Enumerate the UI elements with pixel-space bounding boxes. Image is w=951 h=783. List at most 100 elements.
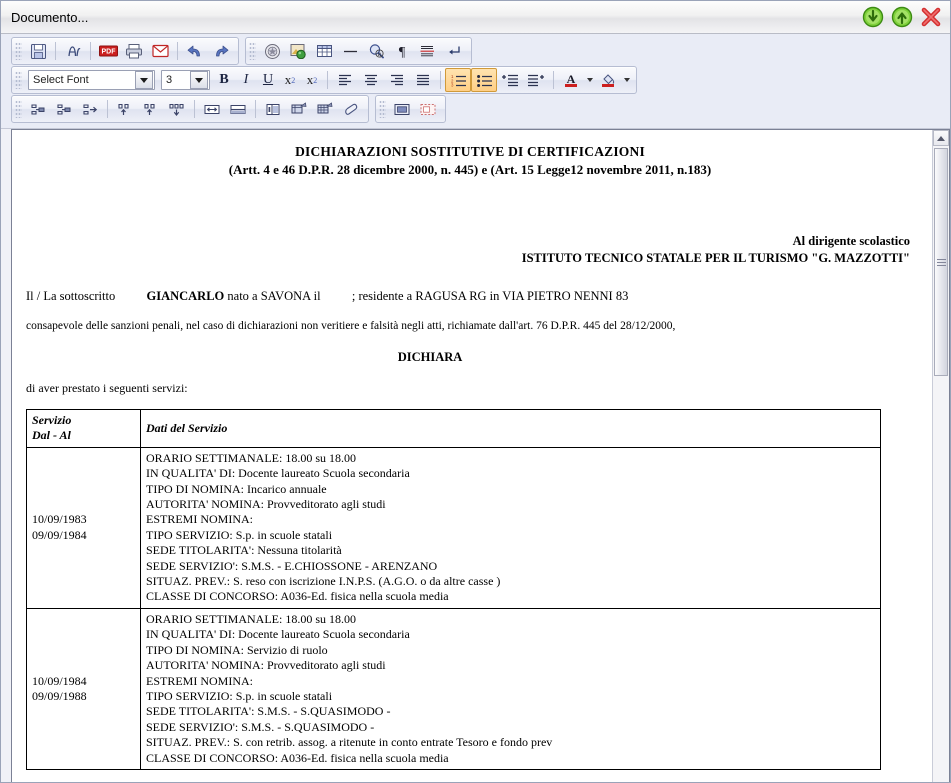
ordered-list-icon[interactable]: 123 [445, 68, 471, 92]
detail-line: SITUAZ. PREV.: S. reso con iscrizione I.… [146, 574, 501, 589]
subscriber-name: GIANCARLO [146, 289, 225, 303]
toolbar-grip[interactable] [15, 42, 22, 60]
toolbar-grip[interactable] [379, 100, 386, 118]
svg-text:A: A [567, 72, 576, 86]
chevron-down-icon[interactable] [190, 71, 208, 89]
table-cell-details: ORARIO SETTIMANALE: 18.00 su 18.00 IN QU… [140, 446, 881, 609]
font-size-select[interactable]: 3 [161, 70, 210, 90]
align-left-icon[interactable] [332, 68, 358, 92]
chevron-down-icon[interactable] [621, 69, 632, 91]
upload-icon[interactable] [891, 6, 913, 28]
erase-formatting-icon[interactable] [338, 97, 364, 121]
declares-heading: DICHIARA [397, 350, 463, 364]
subscriber-born: nato a SAVONA il [227, 289, 321, 303]
underline-button[interactable]: U [257, 69, 279, 91]
table-header-period-line2: Dal - Al [32, 428, 71, 443]
subscriber-line: Il / La sottoscritto GIANCARLO nato a SA… [26, 289, 914, 304]
emblem-icon[interactable] [259, 39, 285, 63]
cell-properties-icon[interactable] [260, 97, 286, 121]
toolbar-group-format: Select Font 3 B I U x2 x2 1 2 3 A [11, 66, 637, 94]
document-frame: DICHIARAZIONI SOSTITUTIVE DI CERTIFICAZI… [11, 129, 950, 782]
search-zoom-icon[interactable]: R [363, 39, 389, 63]
table-properties-icon[interactable] [286, 97, 312, 121]
detail-line: ESTREMI NOMINA: [146, 512, 253, 527]
title-bar: Documento... [1, 1, 950, 34]
print-icon[interactable] [121, 39, 147, 63]
insert-row-above-icon[interactable] [25, 97, 51, 121]
addressee-line-2: ISTITUTO TECNICO STATALE PER IL TURISMO … [521, 251, 910, 265]
scrollbar-track[interactable] [933, 146, 949, 782]
mail-icon[interactable] [147, 39, 173, 63]
detail-line: TIPO DI NOMINA: Servizio di ruolo [146, 642, 328, 657]
highlight-color-icon[interactable] [595, 68, 621, 92]
decrease-indent-icon[interactable] [497, 68, 523, 92]
show-borders-icon[interactable] [389, 97, 415, 121]
increase-indent-icon[interactable] [523, 68, 549, 92]
vertical-scrollbar[interactable] [932, 130, 949, 782]
horizontal-rule-icon[interactable] [337, 39, 363, 63]
page-break-icon[interactable] [415, 39, 441, 63]
split-cells-icon[interactable] [225, 97, 251, 121]
insert-column-right-icon[interactable] [138, 97, 164, 121]
subscriber-prefix: Il / La sottoscritto [26, 289, 116, 303]
align-justify-icon[interactable] [410, 68, 436, 92]
unordered-list-icon[interactable] [471, 68, 497, 92]
scrollbar-thumb[interactable] [934, 148, 948, 376]
insert-row-below-icon[interactable] [51, 97, 77, 121]
close-icon[interactable] [920, 6, 942, 28]
detail-line: CLASSE DI CONCORSO: A036-Ed. fisica nell… [146, 589, 449, 604]
chevron-down-icon[interactable] [135, 71, 153, 89]
paragraph-mark-icon[interactable]: ¶ [389, 39, 415, 63]
font-select-value: Select Font [33, 74, 89, 86]
pdf-icon[interactable]: PDF [95, 39, 121, 63]
detail-line: ESTREMI NOMINA: [146, 673, 253, 688]
svg-text:3: 3 [451, 83, 454, 87]
toolbar-grip[interactable] [15, 71, 22, 89]
bold-button[interactable]: B [213, 69, 235, 91]
redo-icon[interactable] [208, 39, 234, 63]
superscript-exponent: 2 [291, 75, 296, 85]
document-editor-window: Documento... PDF R ¶ Select Font 3 B I U… [0, 0, 951, 783]
detail-line: AUTORITA' NOMINA: Provveditorato agli st… [146, 658, 386, 673]
divider [553, 71, 554, 89]
toolbar-row-2: Select Font 3 B I U x2 x2 1 2 3 A [11, 66, 950, 94]
save-icon[interactable] [25, 39, 51, 63]
detail-line: SEDE TITOLARITA': Nessuna titolarità [146, 543, 342, 558]
svg-text:PDF: PDF [101, 49, 116, 56]
undo-icon[interactable] [182, 39, 208, 63]
insert-image-icon[interactable] [285, 39, 311, 63]
divider [90, 42, 91, 60]
hide-borders-icon[interactable] [415, 97, 441, 121]
delete-column-icon[interactable] [164, 97, 190, 121]
align-center-icon[interactable] [358, 68, 384, 92]
insert-table-icon[interactable] [311, 39, 337, 63]
scroll-up-icon[interactable] [933, 130, 949, 146]
date-from: 10/09/1984 [32, 673, 87, 688]
align-right-icon[interactable] [384, 68, 410, 92]
chevron-down-icon[interactable] [584, 69, 595, 91]
table-style-icon[interactable] [312, 97, 338, 121]
table-row: 10/09/1983 09/09/1984 ORARIO SETTIMANALE… [26, 446, 881, 609]
subscript-button[interactable]: x2 [301, 69, 323, 91]
download-icon[interactable] [862, 6, 884, 28]
svg-text:¶: ¶ [399, 45, 406, 59]
delete-row-icon[interactable] [77, 97, 103, 121]
font-select[interactable]: Select Font [28, 70, 155, 90]
window-title: Documento... [11, 9, 89, 25]
toolbar-grip[interactable] [249, 42, 256, 60]
italic-button[interactable]: I [235, 69, 257, 91]
text-color-icon[interactable]: A [558, 68, 584, 92]
awareness-paragraph: consapevole delle sanzioni penali, nel c… [26, 320, 676, 332]
merge-cells-horizontal-icon[interactable] [199, 97, 225, 121]
find-icon[interactable] [60, 39, 86, 63]
document-page[interactable]: DICHIARAZIONI SOSTITUTIVE DI CERTIFICAZI… [12, 130, 932, 782]
toolbar-group-file: PDF [11, 37, 239, 65]
toolbar-grip[interactable] [15, 100, 22, 118]
toolbar-group-borders [375, 95, 446, 123]
line-break-icon[interactable] [441, 39, 467, 63]
detail-line: ORARIO SETTIMANALE: 18.00 su 18.00 [146, 611, 356, 626]
insert-column-left-icon[interactable] [112, 97, 138, 121]
superscript-button[interactable]: x2 [279, 69, 301, 91]
